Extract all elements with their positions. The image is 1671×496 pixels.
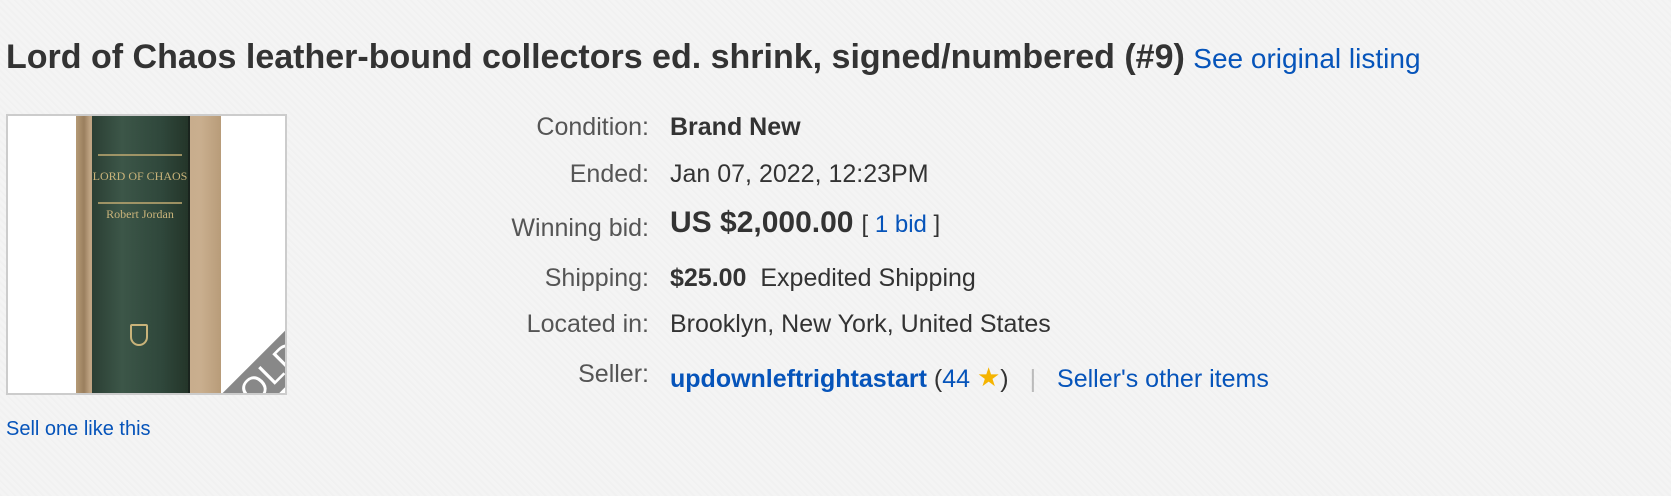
bid-count-link[interactable]: 1 bid xyxy=(875,211,927,238)
ended-value: Jan 07, 2022, 12:23PM xyxy=(670,160,929,189)
bid-close-bracket: ] xyxy=(933,211,941,238)
spine-author: Robert Jordan xyxy=(106,207,174,221)
seller-label: Seller: xyxy=(578,360,649,388)
star-icon: ★ xyxy=(976,362,1001,392)
spine-band xyxy=(98,154,182,156)
see-original-listing-link[interactable]: See original listing xyxy=(1193,43,1420,74)
spine-band xyxy=(98,202,182,204)
sell-one-like-this-link[interactable]: Sell one like this xyxy=(6,418,151,441)
seller-other-items-link[interactable]: Seller's other items xyxy=(1057,365,1269,393)
listing-title: Lord of Chaos leather-bound collectors e… xyxy=(6,38,1185,76)
seller-row: updownleftrightastart (44 ★) | Seller's … xyxy=(670,362,1269,394)
publisher-logo-icon xyxy=(130,324,148,346)
condition-label: Condition: xyxy=(536,113,649,141)
feedback-close-paren: ) xyxy=(1000,365,1009,393)
bid-count-wrapper: [ 1 bid ] xyxy=(861,211,940,238)
shipping-cost: $25.00 xyxy=(670,264,747,292)
book-spine: LORD OF CHAOS Robert Jordan xyxy=(92,116,190,393)
ended-date: Jan 07, 2022 xyxy=(670,160,815,188)
shipping-method: Expedited Shipping xyxy=(760,264,976,292)
located-value: Brooklyn, New York, United States xyxy=(670,310,1051,338)
item-photo: LORD OF CHAOS Robert Jordan xyxy=(76,116,221,393)
separator: | xyxy=(1029,365,1037,393)
spine-title: LORD OF CHAOS xyxy=(92,169,188,183)
winning-bid-row: US $2,000.00 [ 1 bid ] xyxy=(670,206,940,240)
seller-name-link[interactable]: updownleftrightastart xyxy=(670,365,927,393)
item-thumbnail[interactable]: LORD OF CHAOS Robert Jordan SOLD xyxy=(6,114,287,395)
winning-bid-label: Winning bid: xyxy=(511,214,649,242)
condition-value: Brand New xyxy=(670,113,801,141)
located-label: Located in: xyxy=(526,310,649,338)
winning-bid-price: US $2,000.00 xyxy=(670,206,854,239)
bid-open-bracket: [ xyxy=(861,211,869,238)
ended-time: , 12:23PM xyxy=(814,160,929,188)
feedback-open-paren: ( xyxy=(933,365,943,393)
listing-title-row: Lord of Chaos leather-bound collectors e… xyxy=(6,38,1421,77)
feedback-score-link[interactable]: 44 xyxy=(942,365,970,393)
shipping-label: Shipping: xyxy=(544,264,649,292)
shipping-row: $25.00 Expedited Shipping xyxy=(670,264,976,293)
ended-label: Ended: xyxy=(569,160,649,188)
